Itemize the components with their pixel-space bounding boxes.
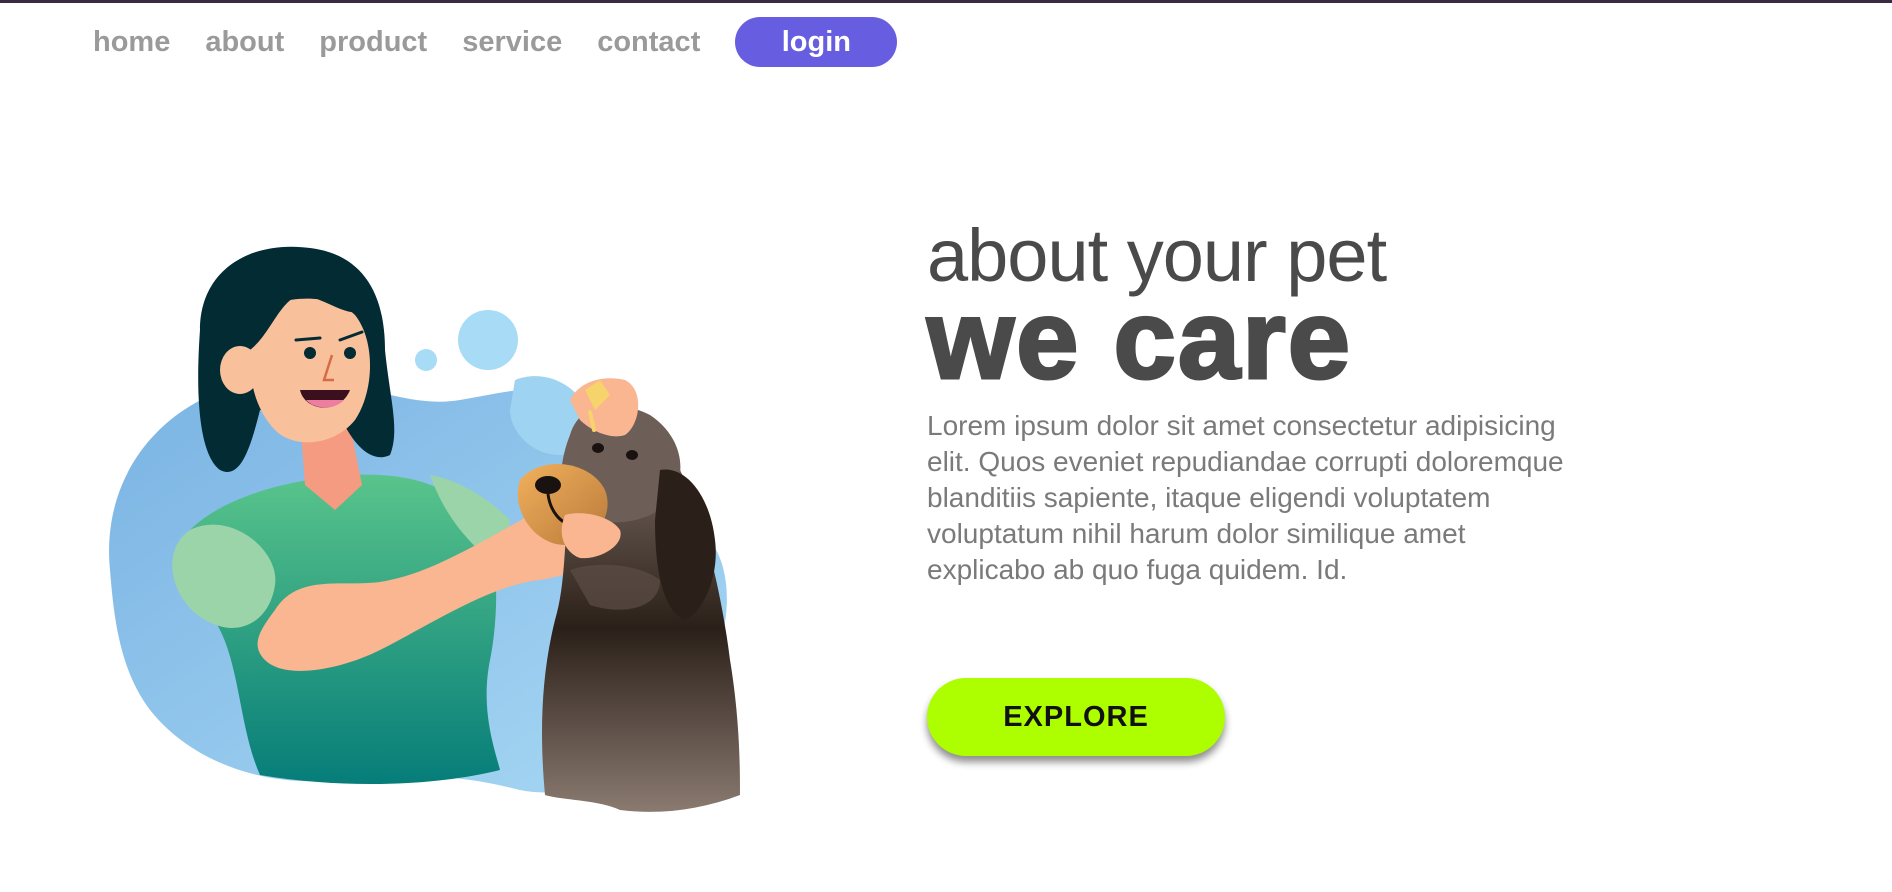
hero-description: Lorem ipsum dolor sit amet consectetur a… <box>927 410 1564 585</box>
explore-button[interactable]: EXPLORE <box>927 678 1225 756</box>
nav-link-about[interactable]: about <box>205 16 284 68</box>
hero-text-block: about your pet we care Lorem ipsum dolor… <box>926 218 1607 588</box>
nav-link-home[interactable]: home <box>93 16 170 68</box>
woman-caring-for-dog-illustration <box>100 240 820 820</box>
login-button[interactable]: login <box>735 17 898 67</box>
hero-title: we care <box>926 277 1352 402</box>
main-navbar: home about product service contact login <box>93 16 898 68</box>
nav-link-service[interactable]: service <box>462 16 562 68</box>
top-border-line <box>0 0 1892 3</box>
nav-link-contact[interactable]: contact <box>597 16 700 68</box>
nav-link-product[interactable]: product <box>319 16 427 68</box>
